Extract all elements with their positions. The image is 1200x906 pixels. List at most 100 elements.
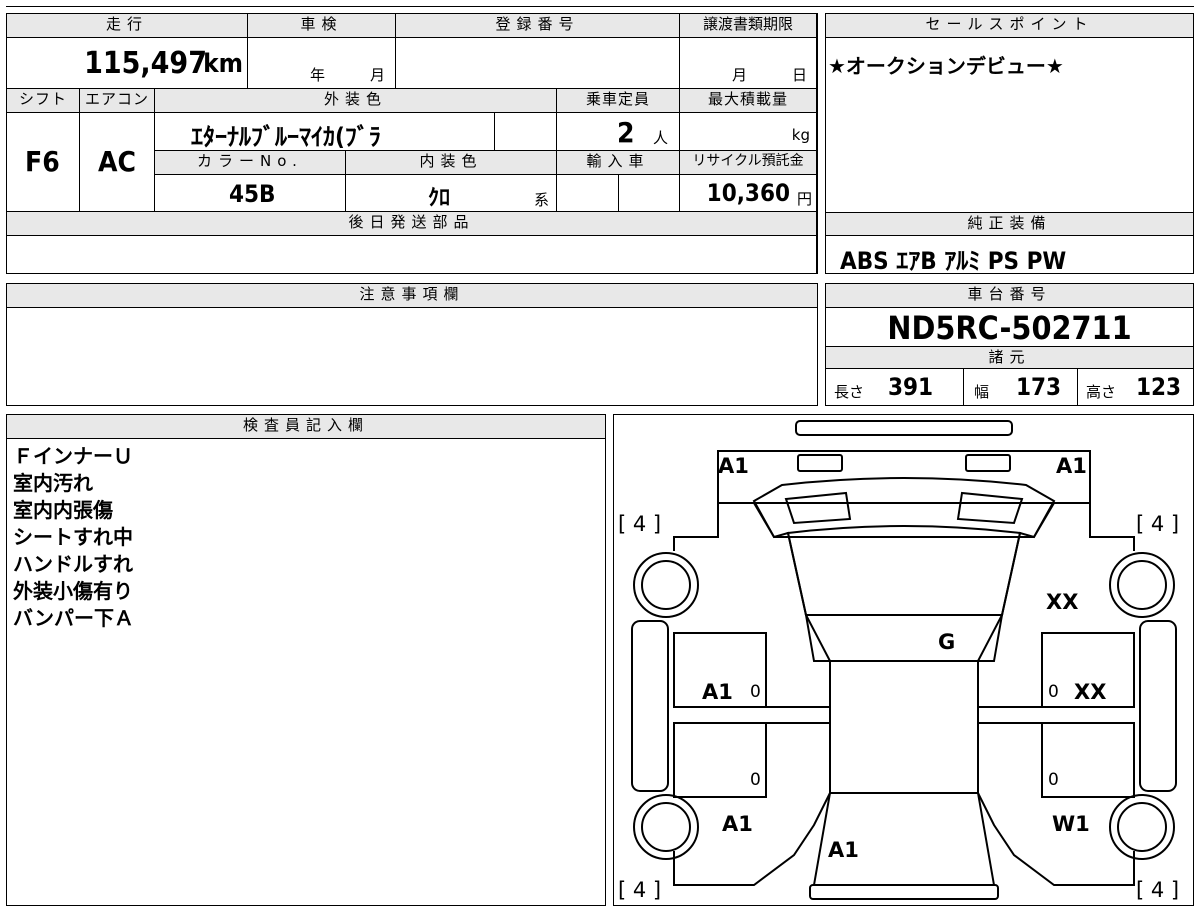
wheel-fl-inner [641,560,691,610]
wheel-rl-outer [633,794,699,860]
mark-front-right: A1 [1056,454,1087,478]
exterior-color-extra [495,113,557,151]
mark-trunk: A1 [828,838,859,862]
wheel-rr-inner [1117,802,1167,852]
mileage-header: 走行 [7,14,248,38]
windshield-shape [786,525,1022,616]
spec-height-value: 123 [1136,373,1182,401]
mark-windshield: G [938,630,955,654]
mark-quarter-left: A1 [722,812,753,836]
inspector-notes-list: ＦインナーＵ 室内汚れ 室内内張傷 シートすれ中 ハンドルすれ 外装小傷有り バ… [13,443,134,632]
inspector-note: ハンドルすれ [13,552,133,576]
max-load-cell: kg [680,113,817,151]
headlight-right-shape [965,454,1011,472]
front-bumper-shape [795,420,1013,436]
registration-header: 登録番号 [396,14,680,38]
deadline-month-unit: 月 [732,66,748,84]
car-diagram: A1 A1 [ 4 ] [ 4 ] XX G A1 0 0 XX 0 0 A1 … [618,420,1179,902]
mileage-value: 115,497 [84,46,207,81]
exterior-color-header: 外装色 [155,89,557,113]
recycle-unit: 円 [796,190,812,208]
chassis-box: 車台番号 ND5RC-502711 諸元 長さ 391 幅 173 高さ 123 [825,283,1194,406]
mark-rear-right-zero: 0 [1048,770,1059,790]
inspector-note: ＦインナーＵ [13,444,133,468]
spec-length-value: 391 [888,373,934,401]
hood-shape [752,477,1056,538]
mark-door-right: XX [1074,680,1106,704]
car-diagram-box: A1 A1 [ 4 ] [ 4 ] XX G A1 0 0 XX 0 0 A1 … [613,414,1194,906]
mark-tire-rl: [ 4 ] [618,878,661,902]
chassis-number: ND5RC-502711 [887,309,1132,347]
wheel-rl-inner [641,802,691,852]
inspection-year-unit: 年 [310,66,326,84]
windshield-lower [804,614,1004,662]
sales-point-header: セールスポイント [826,14,1193,38]
shift-value: F6 [25,145,60,178]
capacity-header: 乗車定員 [557,89,680,113]
sales-point-box: セールスポイント ★オークションデビュー★ 純正装備 ABS ｴｱB ｱﾙﾐ P… [825,13,1194,275]
mileage-unit: km [203,49,243,79]
max-load-header: 最大積載量 [680,89,817,113]
spec-height-label: 高さ [1086,383,1117,401]
interior-color-header: 内装色 [346,151,557,175]
mark-quarter-right: W1 [1052,812,1090,836]
mark-tire-fl: [ 4 ] [618,512,661,536]
sales-point-text: ★オークションデビュー★ [828,54,1064,78]
mark-tire-rr: [ 4 ] [1136,878,1179,902]
color-no-value: 45B [229,180,276,208]
spec-width: 幅 173 [964,369,1078,405]
shift-header: シフト [7,89,80,113]
interior-color-value: ｸﾛ [428,186,451,211]
spec-width-label: 幅 [974,383,990,401]
spec-width-value: 173 [1016,373,1062,401]
hood-vent-right [956,491,1024,525]
equipment-header: 純正装備 [826,212,1193,236]
inspection-month-unit: 月 [370,66,386,84]
interior-color-cell: ｸﾛ 系 [346,175,557,212]
mirror-left [631,620,669,792]
color-no-cell: 45B [155,175,346,212]
mileage-cell: 115,497 km [7,38,248,89]
inspector-box: 検査員記入欄 ＦインナーＵ 室内汚れ 室内内張傷 シートすれ中 ハンドルすれ 外… [6,414,606,906]
notes-header: 注意事項欄 [7,284,817,308]
interior-color-suffix: 系 [534,191,550,209]
spec-length: 長さ 391 [826,369,964,405]
top-strip [6,0,1194,7]
mark-rear-left-zero: 0 [750,770,761,790]
vehicle-info-table: 走行 車検 登録番号 譲渡書類期限 115,497 km 年 月 月 日 シフト… [6,13,818,274]
inspector-note: 室内汚れ [13,471,93,495]
capacity-value: 2 [617,116,635,149]
import-cell-1 [557,175,619,212]
capacity-cell: 2 人 [557,113,680,151]
mark-door-left: A1 [702,680,733,704]
mark-fender-fr: XX [1046,590,1078,614]
transfer-deadline-header: 譲渡書類期限 [680,14,817,38]
wheel-rr-outer [1109,794,1175,860]
deadline-day-unit: 日 [792,66,808,84]
rear-bumper-shape [809,884,999,900]
inspection-header: 車検 [248,14,396,38]
mirror-right [1139,620,1177,792]
mark-tire-fr: [ 4 ] [1136,512,1179,536]
roof-shape [829,660,979,794]
inspector-note: 外装小傷有り [13,579,133,603]
color-no-header: カラーNo. [155,151,346,175]
exterior-color-cell: ｴﾀｰﾅﾙﾌﾞﾙｰﾏｲｶ(ﾌﾞﾗ [155,113,495,151]
chassis-header: 車台番号 [826,284,1193,308]
inspector-note: シートすれ中 [13,525,133,549]
later-parts-cell [7,236,817,273]
mark-front-left: A1 [718,454,749,478]
wheel-fr-inner [1117,560,1167,610]
wheel-fl-outer [633,552,699,618]
spec-height: 高さ 123 [1078,369,1193,405]
aircon-header: エアコン [80,89,155,113]
inspection-cell: 年 月 [248,38,396,89]
headlight-left-shape [797,454,843,472]
equipment-text: ABS ｴｱB ｱﾙﾐ PS PW [840,247,1067,275]
import-header: 輸入車 [557,151,680,175]
inspector-note: 室内内張傷 [13,498,113,522]
recycle-value: 10,360 [706,179,790,207]
import-cell-2 [619,175,680,212]
inspector-note: バンパー下Ａ [13,606,134,630]
max-load-unit: kg [791,126,810,144]
